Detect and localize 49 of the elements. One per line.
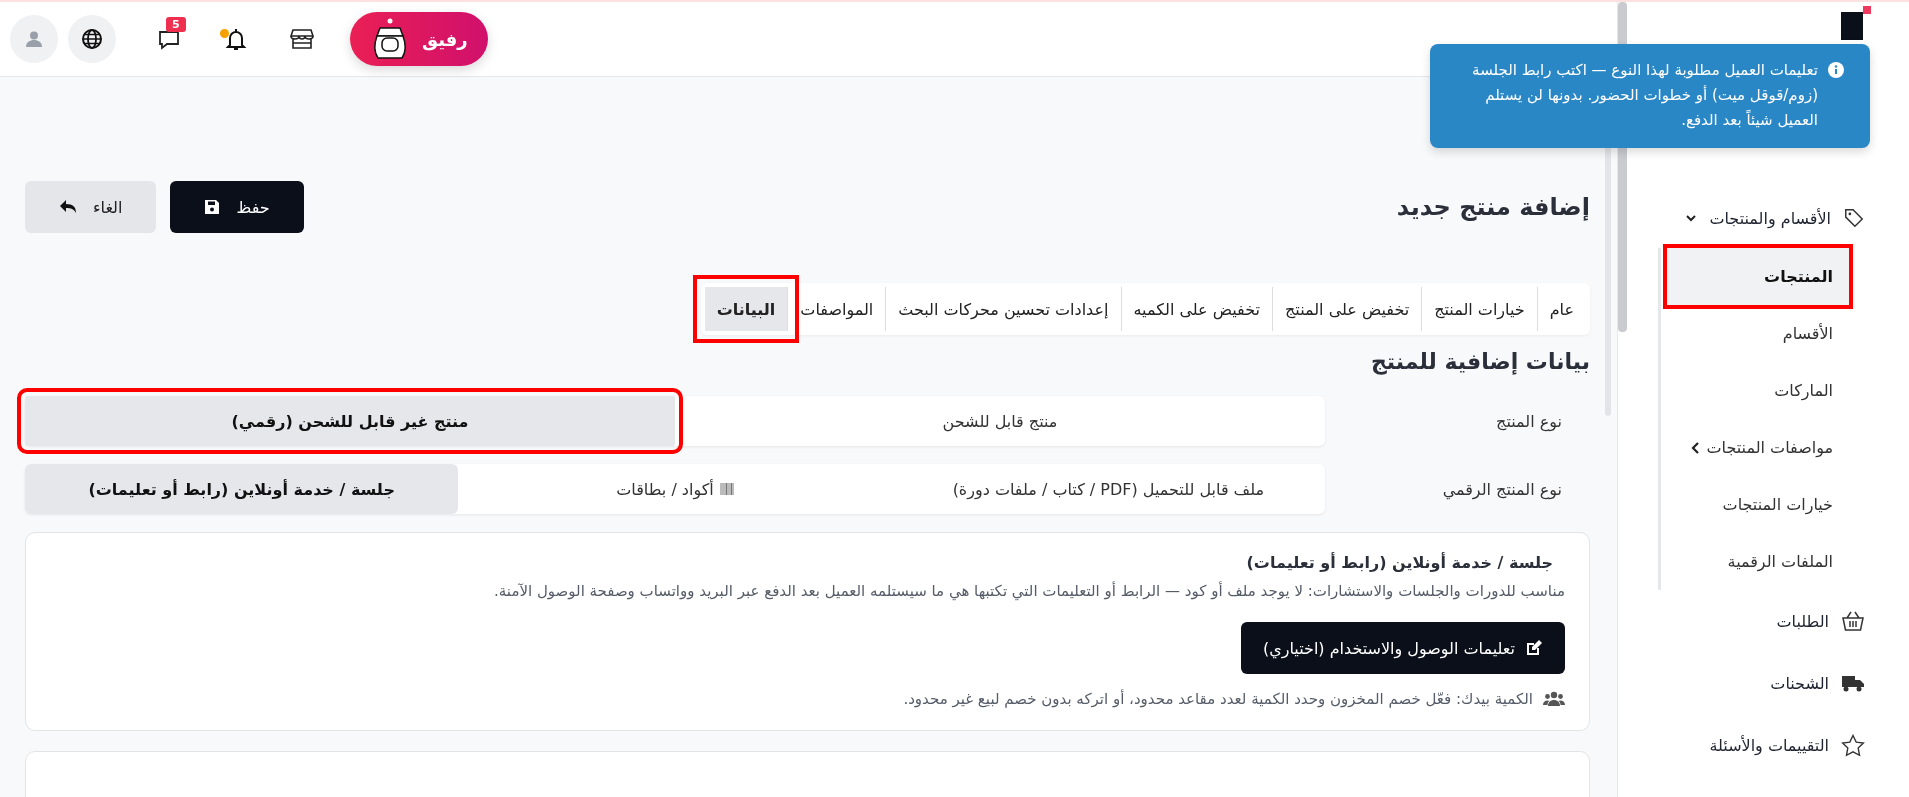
option-button[interactable]: جلسة / خدمة أونلاين (رابط أو تعليمات): [25, 464, 459, 514]
count-badge: 5: [166, 17, 186, 32]
sidebar-item[interactable]: الشحنات: [1628, 652, 1909, 714]
barcode-icon: [719, 483, 734, 495]
sidebar-item[interactable]: الطلبات: [1628, 590, 1909, 652]
assistant-button[interactable]: رفيق: [350, 12, 488, 66]
language-button[interactable]: [68, 15, 116, 63]
tab[interactable]: تخفيض على الكميه: [1120, 287, 1272, 331]
user-icon: [25, 30, 43, 48]
option-button[interactable]: ملف قابل للتحميل (PDF / كتاب / ملفات دورة): [891, 464, 1325, 514]
users-icon: [1543, 691, 1565, 707]
edit-icon: [1525, 639, 1543, 657]
note-text: الكمية بيدك: فعّل خصم المخزون وحدد الكمية لعدد مقاعد محدود، أو اتركه بدون خصم لبيع غير محدود.: [903, 690, 1533, 708]
avatar-button[interactable]: [10, 15, 58, 63]
info-icon: [1828, 62, 1844, 78]
messages-button[interactable]: 5: [142, 15, 198, 63]
option-button[interactable]: أكواد / بطاقات: [458, 464, 892, 514]
field-label: نوع المنتج: [1495, 411, 1563, 431]
tab[interactable]: عام: [1536, 287, 1586, 331]
sidebar-subitem[interactable]: الماركات: [1675, 362, 1909, 419]
star-icon: [1841, 733, 1865, 757]
sidebar-group-item[interactable]: الأقسام والمنتجات: [1628, 196, 1909, 240]
store-icon: [290, 28, 314, 50]
chevron-icon: [1685, 212, 1698, 224]
field-label: نوع المنتج الرقمي: [1441, 479, 1563, 499]
truck-icon: [1841, 674, 1865, 692]
tab[interactable]: البيانات: [704, 287, 788, 331]
save-button[interactable]: حفظ: [170, 181, 304, 233]
sidebar-subitem[interactable]: مواصفات المنتجات: [1675, 419, 1909, 476]
tab[interactable]: خيارات المنتج: [1421, 287, 1537, 331]
sidebar-subitem[interactable]: خيارات المنتجات: [1675, 476, 1909, 533]
tab[interactable]: تخفيض على المنتج: [1272, 287, 1422, 331]
sidebar-item[interactable]: التقييمات والأسئلة: [1628, 714, 1909, 776]
cancel-button[interactable]: الغاء: [25, 181, 157, 233]
logo-icon: [1841, 6, 1871, 40]
section-title: بيانات إضافية للمنتج: [1369, 349, 1590, 374]
tab[interactable]: إعدادات تحسين محركات البحث: [885, 287, 1121, 331]
toast-notification: تعليمات العميل مطلوبة لهذا النوع — اكتب رابط الجلسة (زوم/قوقل ميت) أو خطوات الحضور. بدونها لن يستلم العميل شيئاً بعد الدفع.: [1430, 44, 1870, 149]
basket-icon: [1841, 610, 1865, 632]
page-title: إضافة منتج جديد: [1396, 193, 1590, 221]
card-title: جلسة / خدمة أونلاين (رابط أو تعليمات): [1245, 553, 1554, 572]
tag-icon: [1843, 207, 1865, 229]
card-description: مناسب للدورات والجلسات والاستشارات: لا يوجد ملف أو كود — الرابط أو التعليمات التي تكتبها هي ما سيستلمه العميل بعد الدفع عبر البريد وواتساب وصفحة الوصول الآمنة.: [493, 582, 1565, 600]
reply-arrow-icon: [59, 199, 77, 215]
option-button[interactable]: منتج قابل للشحن: [675, 396, 1325, 446]
sidebar-subitem[interactable]: الأقسام: [1675, 305, 1909, 362]
globe-icon: [81, 28, 103, 50]
sidebar-subitem[interactable]: الملفات الرقمية: [1675, 533, 1909, 590]
access-instructions-button[interactable]: تعليمات الوصول والاستخدام (اختياري): [1241, 622, 1565, 674]
